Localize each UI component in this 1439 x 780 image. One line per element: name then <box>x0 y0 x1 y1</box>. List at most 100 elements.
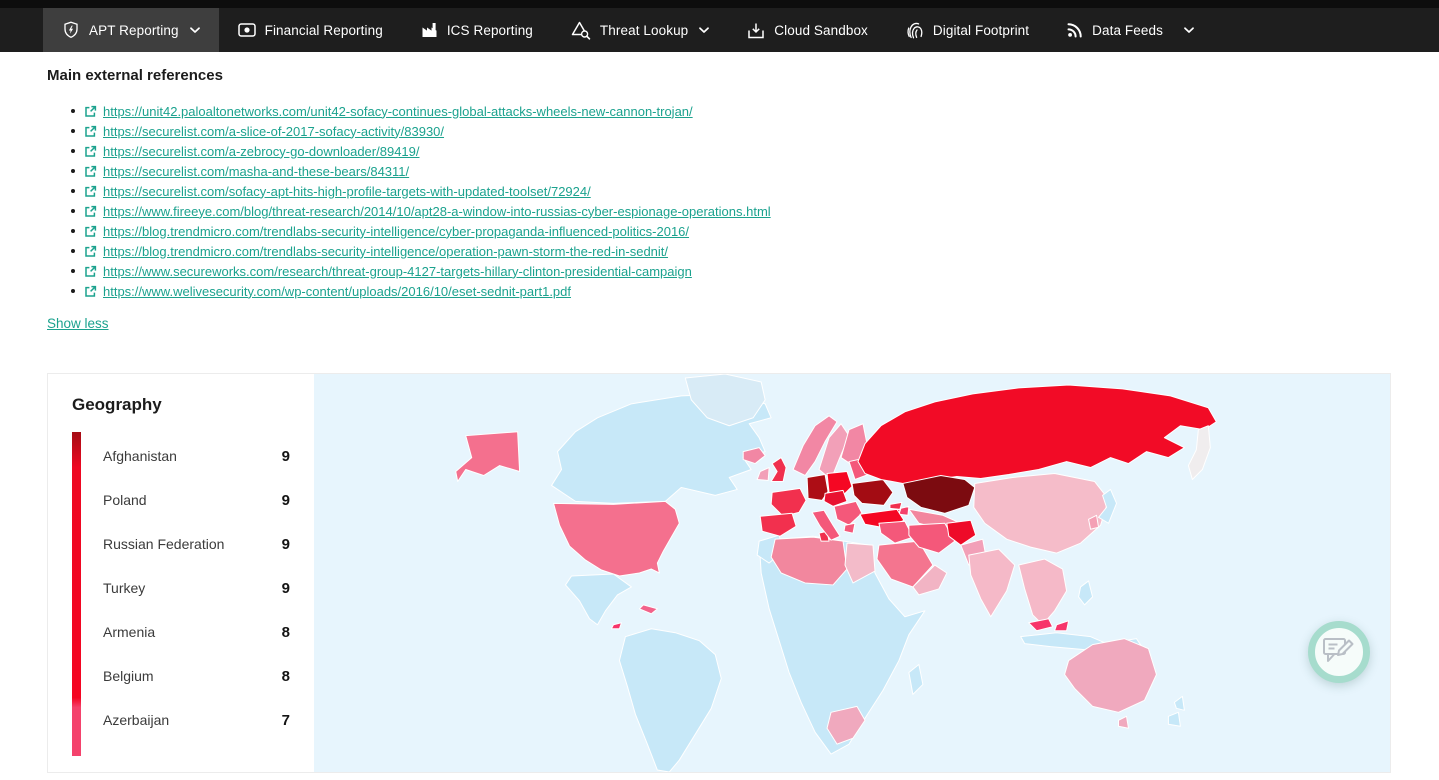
country-count: 9 <box>281 491 290 509</box>
map-country-ukraine[interactable] <box>851 478 894 506</box>
reference-item: https://blog.trendmicro.com/trendlabs-se… <box>47 241 1392 261</box>
map-country-cuba[interactable] <box>638 604 658 615</box>
nav-item-threat-lookup[interactable]: Threat Lookup <box>552 8 728 52</box>
reference-link[interactable]: https://securelist.com/a-slice-of-2017-s… <box>103 124 444 139</box>
map-country-kazakhstan[interactable] <box>902 474 976 514</box>
nav-item-label: Financial Reporting <box>264 22 383 38</box>
map-region-south-america[interactable] <box>618 628 722 772</box>
map-region-borneo-malaysia[interactable] <box>1054 620 1070 632</box>
map-country-new-zealand[interactable] <box>1167 695 1185 727</box>
show-less-link[interactable]: Show less <box>47 316 109 331</box>
external-link-icon <box>84 185 97 198</box>
bullet-dot <box>71 269 75 273</box>
feedback-pencil-icon <box>1322 634 1356 670</box>
nav-item-label: APT Reporting <box>89 22 179 38</box>
map-country-spain[interactable] <box>759 512 797 537</box>
top-navigation-bar: APT Reporting Financial Reporting ICS Re… <box>0 8 1439 52</box>
bullet-dot <box>71 229 75 233</box>
banknote-icon <box>237 23 256 37</box>
geography-row: Belgium 8 <box>103 654 290 698</box>
chevron-down-icon <box>699 26 710 34</box>
nav-item-digital-footprint[interactable]: Digital Footprint <box>887 8 1048 52</box>
external-link-icon <box>84 245 97 258</box>
map-country-greece[interactable] <box>843 522 856 534</box>
references-list: https://unit42.paloaltonetworks.com/unit… <box>47 101 1392 301</box>
factory-icon <box>421 22 438 38</box>
reference-link[interactable]: https://unit42.paloaltonetworks.com/unit… <box>103 104 693 119</box>
reference-link[interactable]: https://blog.trendmicro.com/trendlabs-se… <box>103 224 689 239</box>
map-region-tasmania[interactable] <box>1118 715 1129 729</box>
map-country-ireland[interactable] <box>756 467 770 481</box>
geography-row: Russian Federation 9 <box>103 522 290 566</box>
reference-item: https://www.fireeye.com/blog/threat-rese… <box>47 201 1392 221</box>
nav-item-data-feeds[interactable]: Data Feeds <box>1048 8 1213 52</box>
external-link-icon <box>84 285 97 298</box>
bullet-dot <box>71 209 75 213</box>
reference-link[interactable]: https://securelist.com/a-zebrocy-go-down… <box>103 144 420 159</box>
map-country-philippines[interactable] <box>1078 580 1094 606</box>
external-link-icon <box>84 225 97 238</box>
map-region-kamchatka[interactable] <box>1187 425 1211 480</box>
map-country-uk[interactable] <box>770 457 787 482</box>
geography-legend-bar <box>72 432 81 756</box>
reference-link[interactable]: https://securelist.com/sofacy-apt-hits-h… <box>103 184 591 199</box>
sandbox-icon <box>747 22 765 39</box>
reference-link[interactable]: https://securelist.com/masha-and-these-b… <box>103 164 409 179</box>
geography-title: Geography <box>72 395 162 414</box>
bullet-dot <box>71 289 75 293</box>
reference-link[interactable]: https://www.secureworks.com/research/thr… <box>103 264 692 279</box>
map-country-georgia[interactable] <box>889 501 903 510</box>
country-count: 7 <box>281 711 290 729</box>
map-country-madagascar[interactable] <box>908 664 924 695</box>
map-region-southeast-asia[interactable] <box>1018 558 1068 626</box>
references-title: Main external references <box>47 67 223 84</box>
map-country-panama[interactable] <box>610 622 622 630</box>
map-country-usa[interactable] <box>553 500 680 577</box>
map-country-india[interactable] <box>968 548 1016 618</box>
reference-link[interactable]: https://blog.trendmicro.com/trendlabs-se… <box>103 244 668 259</box>
threat-search-icon <box>571 21 591 40</box>
map-country-malaysia[interactable] <box>1028 618 1054 632</box>
nav-item-label: ICS Reporting <box>446 22 533 38</box>
geography-list: Afghanistan 9 Poland 9 Russian Federatio… <box>72 432 290 756</box>
country-label: Turkey <box>103 580 146 596</box>
map-country-china[interactable] <box>973 473 1110 554</box>
map-region-balkans[interactable] <box>833 500 863 526</box>
external-link-icon <box>84 205 97 218</box>
nav-item-ics-reporting[interactable]: ICS Reporting <box>402 8 552 52</box>
reference-item: https://blog.trendmicro.com/trendlabs-se… <box>47 221 1392 241</box>
bullet-dot <box>71 109 75 113</box>
map-country-mexico[interactable] <box>565 573 632 626</box>
country-count: 9 <box>281 535 290 553</box>
geography-card: Geography Afghanistan 9 Poland 9 Russian… <box>47 373 1391 773</box>
country-label: Azerbaijan <box>103 712 170 728</box>
map-region-levant[interactable] <box>878 520 914 544</box>
fingerprint-icon <box>906 21 924 39</box>
external-link-icon <box>84 125 97 138</box>
geography-row: Poland 9 <box>103 478 290 522</box>
map-country-alaska[interactable] <box>455 431 521 482</box>
reference-link[interactable]: https://www.fireeye.com/blog/threat-rese… <box>103 204 771 219</box>
nav-item-apt-reporting[interactable]: APT Reporting <box>43 8 219 52</box>
nav-item-financial-reporting[interactable]: Financial Reporting <box>219 8 402 52</box>
external-link-icon <box>84 165 97 178</box>
country-label: Russian Federation <box>103 536 225 552</box>
chevron-down-icon <box>1184 26 1194 34</box>
reference-link[interactable]: https://www.welivesecurity.com/wp-conten… <box>103 284 571 299</box>
bullet-dot <box>71 189 75 193</box>
nav-item-label: Data Feeds <box>1092 22 1163 38</box>
external-references-section: Main external references https://unit42.… <box>0 52 1439 301</box>
geography-row: Turkey 9 <box>103 566 290 610</box>
geography-row: Afghanistan 9 <box>103 434 290 478</box>
world-map <box>314 374 1390 772</box>
reference-item: https://unit42.paloaltonetworks.com/unit… <box>47 101 1392 121</box>
reference-item: https://www.welivesecurity.com/wp-conten… <box>47 281 1392 301</box>
country-label: Poland <box>103 492 147 508</box>
map-country-australia[interactable] <box>1064 638 1157 713</box>
chevron-down-icon <box>189 26 200 34</box>
map-country-france[interactable] <box>770 487 807 517</box>
map-country-russia[interactable] <box>857 384 1217 484</box>
country-label: Afghanistan <box>103 448 177 464</box>
feedback-button[interactable] <box>1308 621 1370 683</box>
nav-item-cloud-sandbox[interactable]: Cloud Sandbox <box>728 8 887 52</box>
